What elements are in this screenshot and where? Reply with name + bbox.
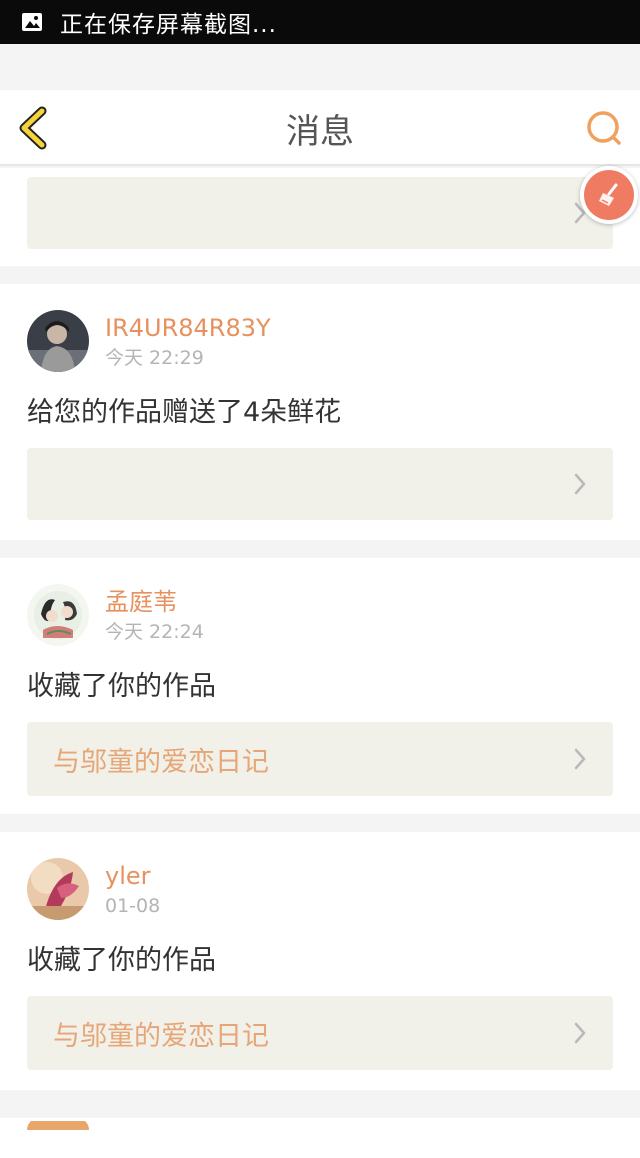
broom-icon xyxy=(599,183,618,206)
image-icon xyxy=(22,13,42,31)
message-card: IR4UR84R83Y 今天 22:29 给您的作品赠送了4朵鲜花 xyxy=(0,284,640,540)
avatar[interactable] xyxy=(27,1118,89,1130)
message-time: 01-08 xyxy=(105,895,161,917)
work-link[interactable]: 与邬童的爱恋日记 xyxy=(27,996,613,1070)
floating-clean-button[interactable] xyxy=(580,166,638,224)
chevron-right-icon xyxy=(574,1022,586,1044)
message-time: 今天 22:24 xyxy=(105,621,204,643)
page-title: 消息 xyxy=(286,112,354,152)
work-link[interactable] xyxy=(27,448,613,520)
message-text: 给您的作品赠送了4朵鲜花 xyxy=(27,397,342,428)
message-text: 收藏了你的作品 xyxy=(27,945,216,976)
message-text: 收藏了你的作品 xyxy=(27,671,216,702)
user-name[interactable]: yler xyxy=(105,862,160,890)
message-list: IR4UR84R83Y 今天 22:29 给您的作品赠送了4朵鲜花 孟庭苇 今天… xyxy=(0,168,640,1158)
chevron-right-icon xyxy=(574,473,586,495)
work-link[interactable]: 与邬童的爱恋日记 xyxy=(27,722,613,796)
search-icon[interactable] xyxy=(584,108,624,148)
avatar[interactable] xyxy=(27,584,89,646)
chevron-right-icon xyxy=(574,748,586,770)
avatar[interactable] xyxy=(27,858,89,920)
work-link[interactable] xyxy=(27,177,613,249)
status-bar: 正在保存屏幕截图... xyxy=(0,0,640,44)
work-title: 与邬童的爱恋日记 xyxy=(53,746,269,778)
status-text: 正在保存屏幕截图... xyxy=(60,12,277,38)
nav-bar: 消息 xyxy=(0,90,640,166)
user-name[interactable]: 孟庭苇 xyxy=(105,588,204,616)
avatar[interactable] xyxy=(27,310,89,372)
message-card: 孟庭苇 今天 22:24 收藏了你的作品 与邬童的爱恋日记 xyxy=(0,558,640,814)
work-title: 与邬童的爱恋日记 xyxy=(53,1020,269,1052)
user-name[interactable]: IR4UR84R83Y xyxy=(105,314,271,342)
message-card xyxy=(0,1118,640,1158)
message-time: 今天 22:29 xyxy=(105,347,204,369)
message-card: yler 01-08 收藏了你的作品 与邬童的爱恋日记 xyxy=(0,832,640,1090)
message-card xyxy=(0,168,640,266)
